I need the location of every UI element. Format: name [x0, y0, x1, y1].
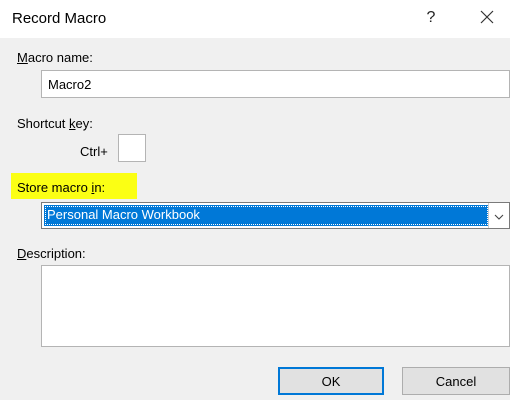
- cancel-button[interactable]: Cancel: [402, 367, 510, 395]
- help-button[interactable]: ?: [418, 6, 444, 30]
- store-macro-selected-value: Personal Macro Workbook: [44, 205, 489, 226]
- description-textarea[interactable]: [41, 265, 510, 347]
- ok-button[interactable]: OK: [278, 367, 384, 395]
- store-macro-in-label: Store macro in:: [17, 180, 106, 195]
- ctrl-prefix-label: Ctrl+: [80, 144, 108, 159]
- dialog-title: Record Macro: [12, 10, 107, 27]
- description-label: Description:: [17, 246, 86, 261]
- shortcut-key-input[interactable]: [118, 134, 146, 162]
- close-button[interactable]: [474, 6, 500, 30]
- store-macro-in-select[interactable]: Personal Macro Workbook: [41, 202, 510, 229]
- title-bar: Record Macro ?: [0, 0, 510, 38]
- dropdown-arrow-button[interactable]: [488, 203, 509, 228]
- chevron-down-icon: [494, 208, 504, 223]
- close-icon: [480, 10, 494, 27]
- shortcut-key-label: Shortcut key:: [17, 116, 93, 131]
- macro-name-input[interactable]: Macro2: [41, 70, 510, 98]
- macro-name-label: Macro name:: [17, 50, 93, 65]
